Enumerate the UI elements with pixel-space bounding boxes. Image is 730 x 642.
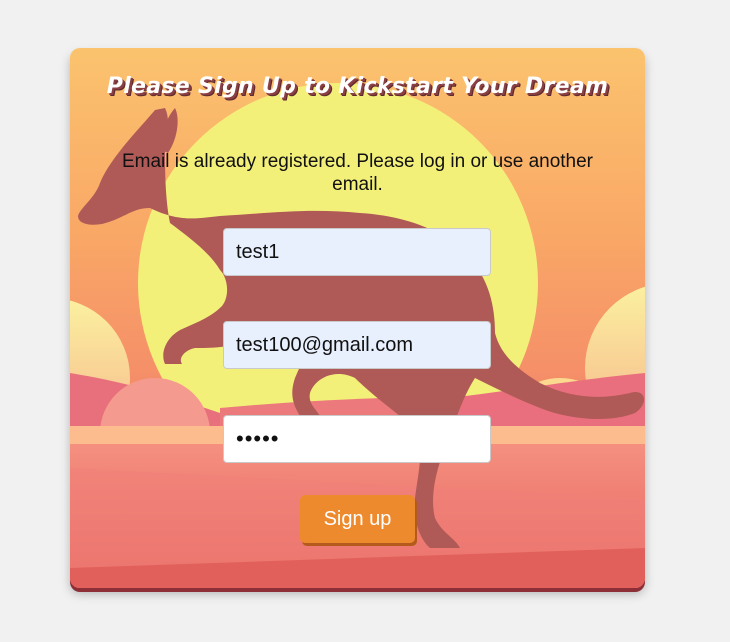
signup-button[interactable]: Sign up [300,495,415,543]
email-input[interactable] [223,321,491,369]
page-title: Please Sign Up to Kickstart Your Dream [106,74,609,99]
signup-card: Please Sign Up to Kickstart Your Dream E… [70,48,645,588]
username-input[interactable] [223,228,491,276]
password-input[interactable] [223,415,491,463]
error-message: Email is already registered. Please log … [121,151,594,195]
